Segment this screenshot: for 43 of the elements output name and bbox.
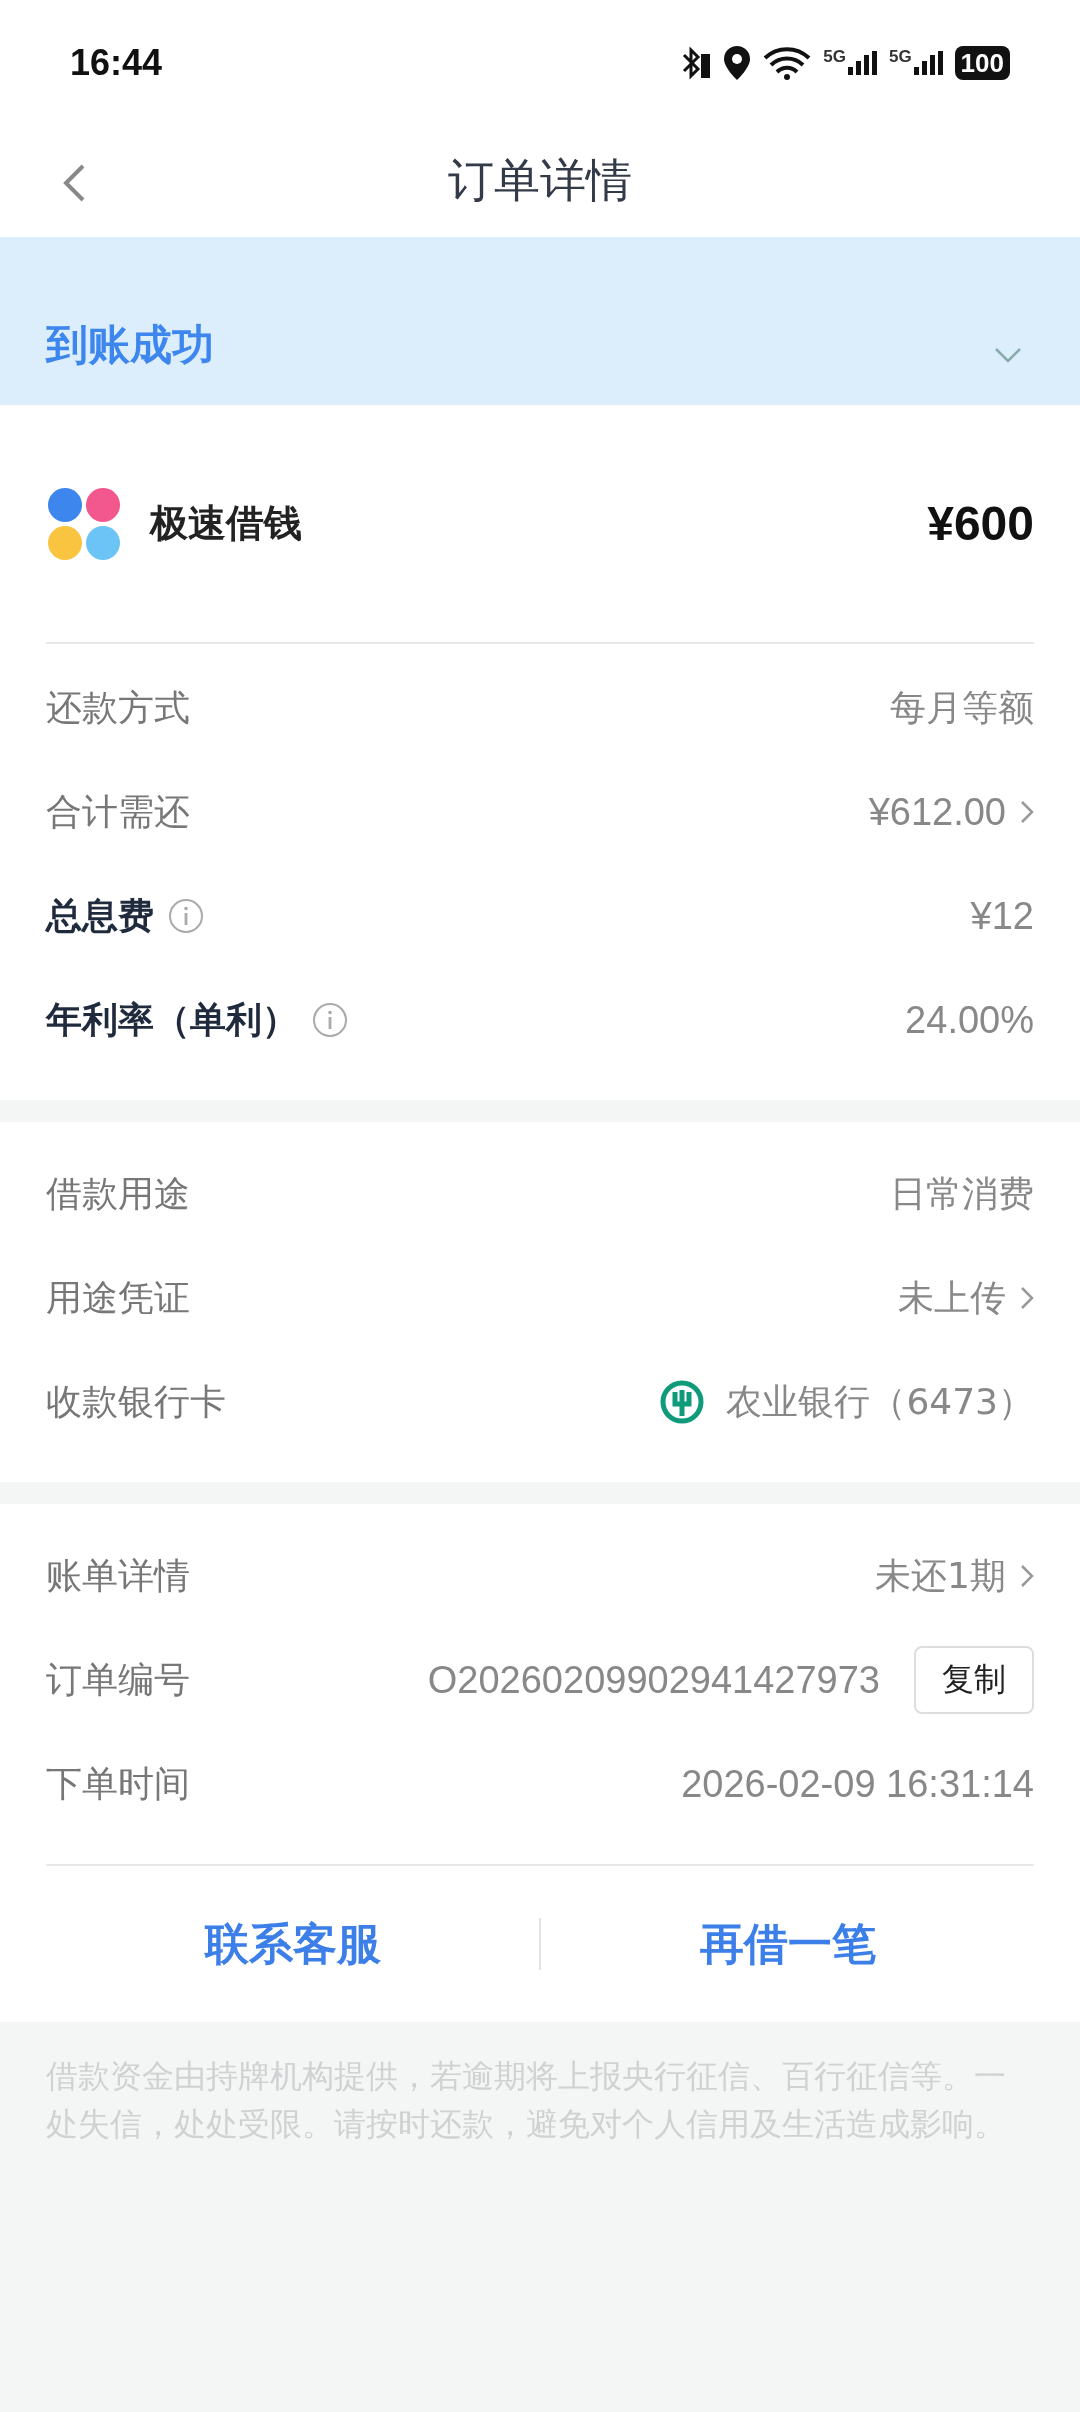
page-title: 订单详情 xyxy=(448,152,632,209)
row-label: 订单编号 xyxy=(46,1657,190,1702)
row-value[interactable]: 未还1期 xyxy=(875,1551,1006,1601)
app-logo-icon xyxy=(46,485,122,562)
row-label: 下单时间 xyxy=(46,1761,190,1806)
row-label: 用途凭证 xyxy=(46,1275,190,1320)
copy-button[interactable]: 复制 xyxy=(914,1646,1034,1714)
row-value: 日常消费 xyxy=(890,1171,1034,1216)
status-time: 16:44 xyxy=(70,41,163,84)
chevron-right-icon xyxy=(1020,800,1034,824)
row-value[interactable]: ¥612.00 xyxy=(868,790,1006,834)
row-label: 借款用途 xyxy=(46,1171,190,1216)
bluetooth-icon xyxy=(681,45,712,80)
row-value[interactable]: 未上传 xyxy=(898,1273,1006,1323)
action-button[interactable]: 联系客服 xyxy=(46,1913,539,1975)
row-label: 合计需还 xyxy=(46,789,190,834)
action-button[interactable]: 再借一笔 xyxy=(541,1913,1034,1975)
row-label: 还款方式 xyxy=(46,685,190,730)
back-icon[interactable] xyxy=(62,163,86,203)
row-value: 24.00% xyxy=(905,998,1034,1042)
battery-level: 100 xyxy=(954,45,1010,80)
row-label: 账单详情 xyxy=(46,1553,190,1598)
row-value: O20260209902941427973 xyxy=(427,1658,880,1702)
chevron-right-icon xyxy=(1020,1286,1034,1310)
bank-logo-icon xyxy=(660,1380,705,1424)
row-label: 收款银行卡 xyxy=(46,1379,226,1424)
chevron-right-icon xyxy=(1020,1564,1034,1588)
wifi-icon xyxy=(763,45,812,80)
chevron-down-icon[interactable] xyxy=(994,347,1022,363)
status-banner-text: 到账成功 xyxy=(46,319,214,371)
network-type: 5G xyxy=(823,46,846,67)
row-value: 2026-02-09 16:31:14 xyxy=(681,1762,1034,1806)
location-icon xyxy=(723,44,752,81)
row-label: 总息费 xyxy=(46,893,154,938)
info-icon[interactable] xyxy=(312,1002,348,1038)
network-type: 5G xyxy=(888,46,912,67)
row-value: 每月等额 xyxy=(890,685,1034,730)
row-value: ¥12 xyxy=(970,894,1034,938)
product-name: 极速借钱 xyxy=(150,500,303,547)
row-value: 农业银行（6473） xyxy=(726,1379,1034,1424)
loan-amount: ¥600 xyxy=(927,496,1034,551)
row-label: 年利率（单利） xyxy=(46,997,298,1042)
info-icon[interactable] xyxy=(168,898,204,934)
